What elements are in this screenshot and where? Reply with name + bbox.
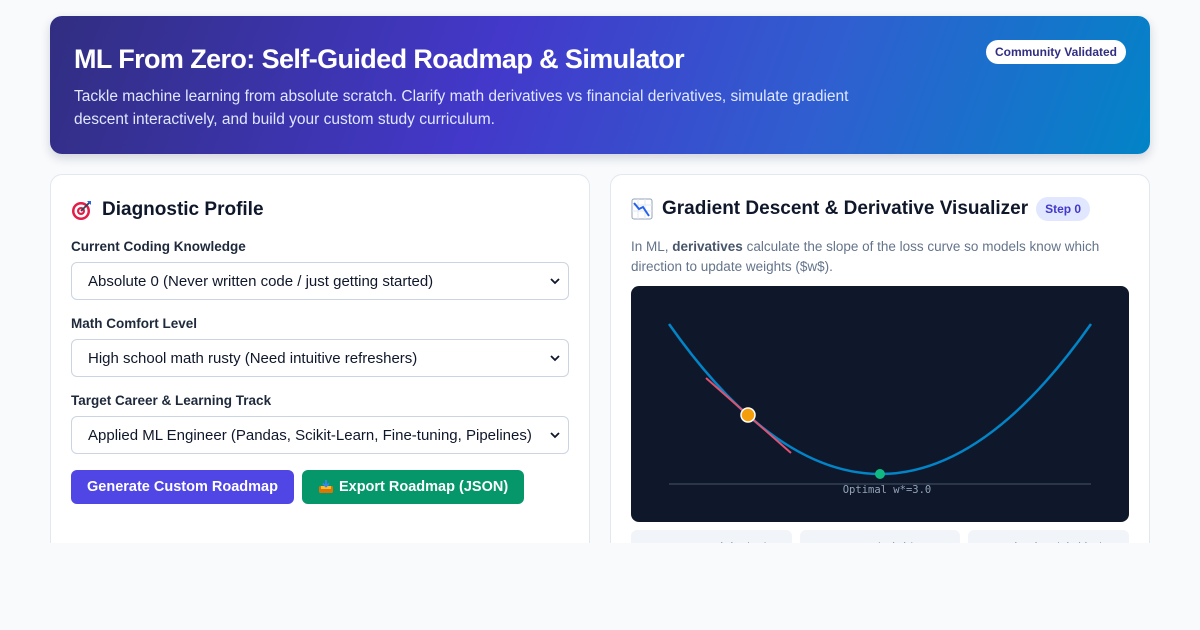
- diagnostic-profile-title: Diagnostic Profile: [71, 197, 569, 223]
- hero-banner: ML From Zero: Self-Guided Roadmap & Simu…: [50, 16, 1150, 154]
- metric-derivative: Derivative $dL/dw$: [968, 530, 1130, 543]
- loss-curve-canvas[interactable]: Optimal w*=3.0: [631, 286, 1129, 522]
- target-icon: [71, 199, 93, 221]
- step-badge: Step 0: [1036, 197, 1091, 221]
- career-track-value: Applied ML Engineer (Pandas, Scikit-Lear…: [88, 426, 532, 444]
- chevron-down-icon: [550, 355, 560, 362]
- profile-actions: Generate Custom Roadmap Export Roadmap (…: [71, 470, 569, 504]
- career-track-select[interactable]: Applied ML Engineer (Pandas, Scikit-Lear…: [71, 416, 569, 454]
- page-subtitle: Tackle machine learning from absolute sc…: [74, 88, 849, 128]
- desc-prefix: In ML,: [631, 239, 673, 254]
- generate-roadmap-button[interactable]: Generate Custom Roadmap: [71, 470, 294, 504]
- desc-bold: derivatives: [672, 239, 743, 254]
- export-roadmap-button[interactable]: Export Roadmap (JSON): [301, 470, 525, 504]
- visualizer-heading: Gradient Descent & Derivative Visualizer: [662, 198, 1029, 219]
- math-comfort-select[interactable]: High school math rusty (Need intuitive r…: [71, 339, 569, 377]
- coding-knowledge-label: Current Coding Knowledge: [71, 239, 246, 254]
- chart-decreasing-icon: [631, 198, 653, 220]
- community-validated-badge: Community Validated: [985, 40, 1126, 64]
- visualizer-title: Gradient Descent & Derivative Visualizer…: [631, 196, 1129, 222]
- diagnostic-profile-card: Diagnostic Profile Current Coding Knowle…: [50, 174, 590, 543]
- math-comfort-value: High school math rusty (Need intuitive r…: [88, 349, 418, 367]
- metric-current-weight: Current Weight $w$: [631, 530, 792, 543]
- chevron-down-icon: [550, 278, 560, 285]
- inbox-tray-icon: [318, 480, 333, 493]
- visualizer-description: In ML, derivatives calculate the slope o…: [631, 237, 1111, 277]
- metrics-row: Current Weight $w$ Loss $L(w)$ Derivativ…: [631, 530, 1130, 543]
- optimum-point: [875, 469, 885, 479]
- generate-roadmap-label: Generate Custom Roadmap: [87, 479, 278, 495]
- gradient-visualizer-card: Gradient Descent & Derivative Visualizer…: [610, 174, 1150, 543]
- loss-curve: [667, 323, 1093, 476]
- coding-knowledge-select[interactable]: Absolute 0 (Never written code / just ge…: [71, 262, 569, 300]
- metric-loss: Loss $L(w)$: [799, 530, 961, 543]
- math-comfort-label: Math Comfort Level: [71, 316, 198, 331]
- export-roadmap-label: Export Roadmap (JSON): [338, 479, 509, 495]
- page-title: ML From Zero: Self-Guided Roadmap & Simu…: [74, 44, 685, 74]
- optimum-label: Optimal w*=3.0: [843, 484, 932, 496]
- chevron-down-icon: [550, 432, 560, 439]
- career-track-label: Target Career & Learning Track: [71, 393, 272, 408]
- coding-knowledge-value: Absolute 0 (Never written code / just ge…: [88, 272, 434, 290]
- current-weight-point[interactable]: [740, 407, 756, 423]
- diagnostic-profile-heading: Diagnostic Profile: [102, 199, 264, 220]
- loss-curve-svg: Optimal w*=3.0: [667, 323, 1093, 496]
